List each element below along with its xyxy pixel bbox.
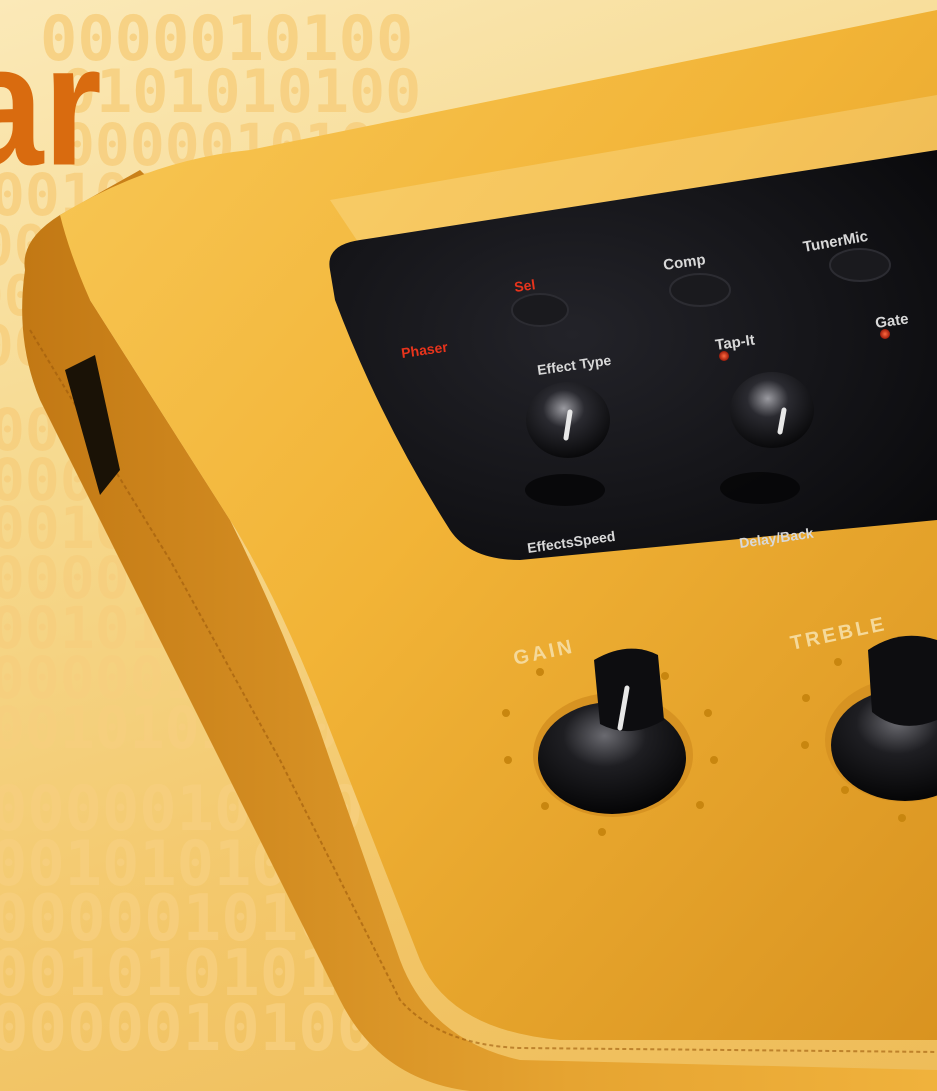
binary-row: 0000010100	[0, 992, 375, 1066]
gate-led	[880, 329, 890, 339]
tuner-button[interactable]	[829, 248, 891, 282]
product-photo: 0000010100 0101010100 0000010100 0010101…	[0, 2, 937, 1091]
headline-fragment: ar	[0, 10, 102, 202]
effect-type-knob[interactable]	[525, 382, 610, 506]
label-sel: Sel	[513, 276, 536, 295]
comp-button[interactable]	[669, 273, 731, 307]
tap-it-led	[719, 351, 729, 361]
sel-button[interactable]	[511, 293, 569, 327]
